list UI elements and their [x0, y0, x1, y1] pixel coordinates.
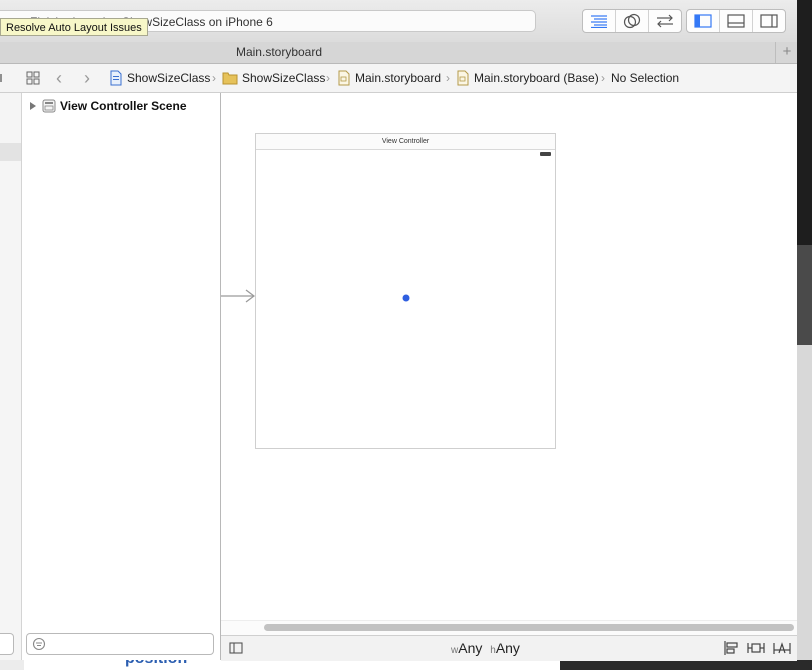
related-items-button[interactable]: [26, 64, 40, 92]
breadcrumb-separator: ›: [601, 71, 605, 85]
breadcrumb-storyboard-base[interactable]: Main.storyboard (Base): [456, 64, 599, 92]
filter-icon: [32, 637, 46, 651]
view-toggle-control: [686, 9, 786, 33]
pin-icon[interactable]: [747, 640, 765, 656]
grid-icon: [26, 71, 40, 85]
tab-main-storyboard[interactable]: Main.storyboard: [0, 45, 558, 59]
background-window-strip-lower: [797, 345, 812, 670]
utilities-toggle-icon: [760, 14, 778, 28]
width-class-value: Any: [458, 640, 483, 656]
outline-toggle-icon[interactable]: [229, 642, 243, 654]
utilities-toggle-button[interactable]: [753, 10, 785, 32]
breadcrumb-label: ShowSizeClass: [127, 71, 211, 85]
breadcrumb-group[interactable]: ShowSizeClass: [222, 64, 325, 92]
tooltip: Resolve Auto Layout Issues: [0, 18, 148, 36]
disclosure-triangle-icon[interactable]: [28, 101, 38, 111]
document-outline: View Controller Scene: [0, 93, 221, 660]
standard-editor-button[interactable]: [583, 10, 616, 32]
navigator-toggle-button[interactable]: [687, 10, 720, 32]
add-tab-button[interactable]: +: [775, 42, 798, 63]
left-panel-field[interactable]: [0, 633, 14, 655]
back-button[interactable]: ‹: [56, 64, 62, 92]
breadcrumb-project[interactable]: ShowSizeClass: [109, 64, 210, 92]
navigator-toggle-icon: [694, 14, 712, 28]
breadcrumb-selection[interactable]: No Selection: [611, 64, 679, 92]
cursor-dot-icon: [402, 294, 410, 302]
assistant-editor-icon: [623, 13, 641, 29]
canvas-horizontal-scrollbar[interactable]: [221, 620, 797, 635]
background-window-bottom: [560, 660, 812, 670]
battery-icon: [540, 152, 551, 156]
initial-view-controller-arrow-icon: [221, 289, 256, 303]
tab-bar: Main.storyboard +: [0, 42, 797, 64]
breadcrumb-label: Main.storyboard: [355, 71, 442, 85]
breadcrumb-label: Main.storyboard (Base): [474, 71, 599, 85]
scrollbar-thumb[interactable]: [264, 624, 794, 631]
view-controller-scene[interactable]: View Controller: [255, 133, 556, 449]
breadcrumb-separator: ›: [212, 71, 216, 85]
version-editor-button[interactable]: [649, 10, 681, 32]
scene-icon: [42, 99, 56, 113]
debug-area-toggle-icon: [727, 14, 745, 28]
debug-area-toggle-button[interactable]: [720, 10, 753, 32]
sidebar-edge-icon: [0, 64, 4, 92]
version-editor-icon: [657, 14, 673, 28]
breadcrumb-label: ShowSizeClass: [242, 71, 326, 85]
background-window-right: [797, 0, 812, 670]
assistant-editor-button[interactable]: [616, 10, 649, 32]
breadcrumb-storyboard[interactable]: Main.storyboard: [337, 64, 441, 92]
resolve-auto-layout-issues-icon[interactable]: [773, 640, 791, 656]
storyboard-file-icon: [457, 70, 469, 86]
align-icon[interactable]: [723, 640, 739, 656]
auto-layout-tools: [723, 640, 791, 656]
scene-title-bar: View Controller: [256, 134, 555, 150]
editor-mode-control: [582, 9, 682, 33]
breadcrumb-separator: ›: [326, 71, 330, 85]
jump-bar: ‹ › ShowSizeClass › ShowSizeClass › Main…: [0, 64, 797, 93]
storyboard-file-icon: [338, 70, 350, 86]
folder-icon: [222, 72, 238, 85]
height-class-value: Any: [495, 640, 520, 656]
project-icon: [110, 70, 122, 86]
outline-gutter: [0, 93, 22, 660]
outline-filter-field[interactable]: [26, 633, 214, 655]
size-class-control[interactable]: wAny hAny: [451, 640, 520, 656]
toolbar: Finished running ShowSizeClass on iPhone…: [0, 0, 797, 43]
storyboard-canvas[interactable]: View Controller: [221, 93, 797, 620]
breadcrumb-separator: ›: [446, 71, 450, 85]
outline-gutter-selection: [0, 143, 21, 161]
breadcrumb-label: No Selection: [611, 71, 680, 85]
standard-editor-icon: [591, 15, 607, 28]
outline-scene-label: View Controller Scene: [60, 99, 187, 113]
outline-row-view-controller-scene[interactable]: View Controller Scene: [28, 98, 187, 114]
background-window-strip: [797, 245, 812, 345]
canvas-bottom-bar: wAny hAny: [221, 635, 797, 661]
forward-button[interactable]: ›: [84, 64, 90, 92]
